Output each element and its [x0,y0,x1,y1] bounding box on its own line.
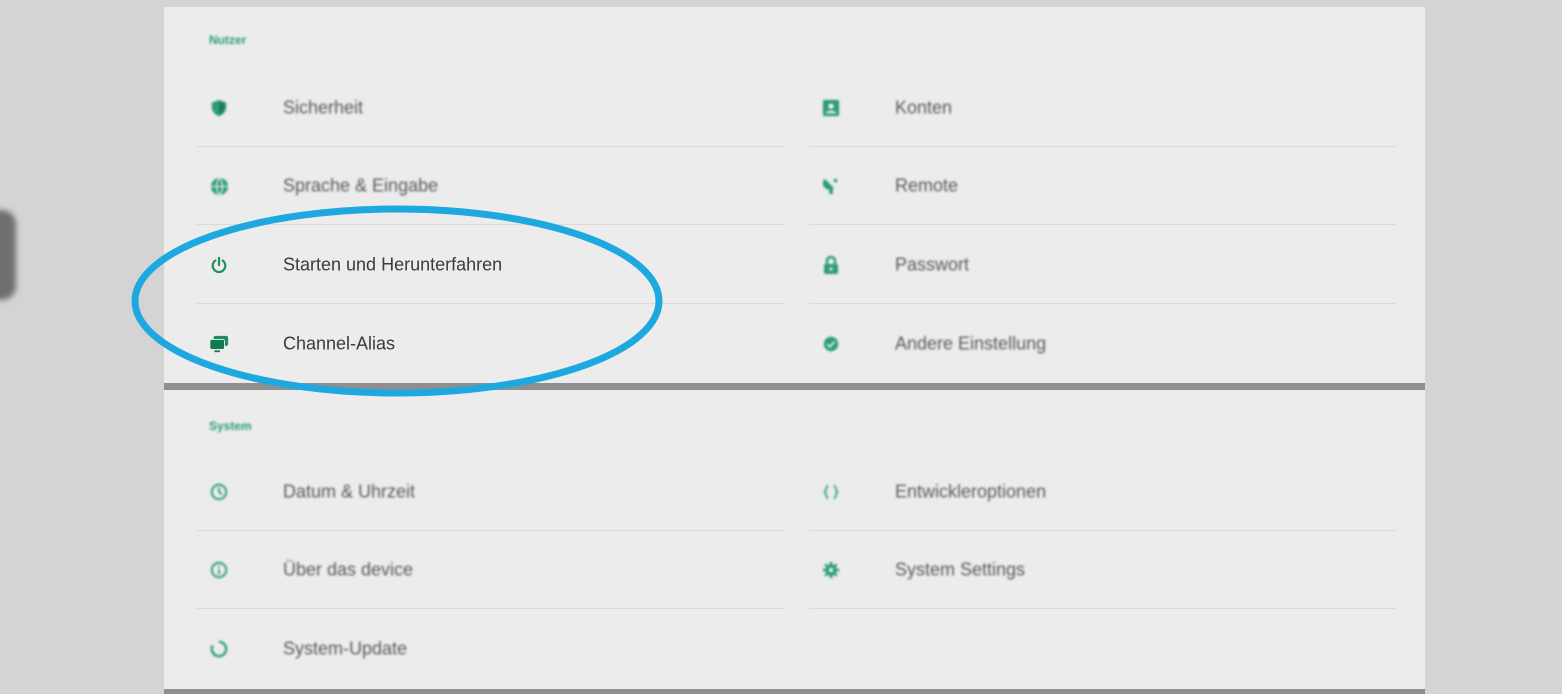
menu-item-security[interactable]: Sicherheit [197,69,784,147]
info-icon [209,560,229,580]
gear-icon [821,560,841,580]
section-divider [164,383,1425,390]
menu-item-label: System Settings [895,559,1026,580]
bottom-divider [164,689,1425,694]
settings-panel: Nutzer Sicherheit Sprache & Eingabe Star… [164,7,1425,694]
menu-item-label: Konten [895,97,953,118]
menu-item-language-input[interactable]: Sprache & Eingabe [197,147,784,225]
braces-icon [821,482,841,502]
menu-item-label: Starten und Herunterfahren [283,254,503,275]
menu-item-label: Sprache & Eingabe [283,175,439,196]
menu-item-other-settings[interactable]: Andere Einstellung [809,305,1396,383]
screens-icon [209,334,229,354]
section-system: System Datum & Uhrzeit Über das device S… [164,390,1425,694]
satellite-icon [821,176,841,196]
menu-item-label: Passwort [895,254,970,275]
power-icon [209,255,229,275]
shield-icon [209,98,229,118]
account-icon [821,98,841,118]
menu-item-accounts[interactable]: Konten [809,69,1396,147]
menu-item-label: Remote [895,175,959,196]
menu-item-label: Andere Einstellung [895,333,1047,354]
divider [809,224,1396,225]
menu-item-label: System-Update [283,638,408,659]
menu-item-password[interactable]: Passwort [809,226,1396,304]
divider [197,303,784,304]
menu-item-label: Über das device [283,559,414,580]
menu-item-channel-alias[interactable]: Channel-Alias [197,305,784,383]
check-circle-icon [821,334,841,354]
menu-item-date-time[interactable]: Datum & Uhrzeit [197,453,784,531]
divider [809,303,1396,304]
menu-item-startup-shutdown[interactable]: Starten und Herunterfahren [197,226,784,304]
menu-item-system-settings[interactable]: System Settings [809,531,1396,609]
update-icon [209,639,229,659]
clock-icon [209,482,229,502]
menu-item-system-update[interactable]: System-Update [197,610,784,688]
divider [197,608,784,609]
device-edge [0,210,16,300]
divider [197,224,784,225]
lock-icon [821,255,841,275]
menu-item-remote[interactable]: Remote [809,147,1396,225]
menu-item-label: Datum & Uhrzeit [283,481,416,502]
menu-item-developer-options[interactable]: Entwickleroptionen [809,453,1396,531]
section-title-system: System [209,419,252,433]
globe-icon [209,176,229,196]
menu-item-label: Channel-Alias [283,333,396,354]
menu-item-about-device[interactable]: Über das device [197,531,784,609]
menu-item-label: Sicherheit [283,97,364,118]
menu-item-label: Entwickleroptionen [895,481,1047,502]
section-title-user: Nutzer [209,33,247,47]
divider [809,608,1396,609]
section-user: Nutzer Sicherheit Sprache & Eingabe Star… [164,7,1425,383]
